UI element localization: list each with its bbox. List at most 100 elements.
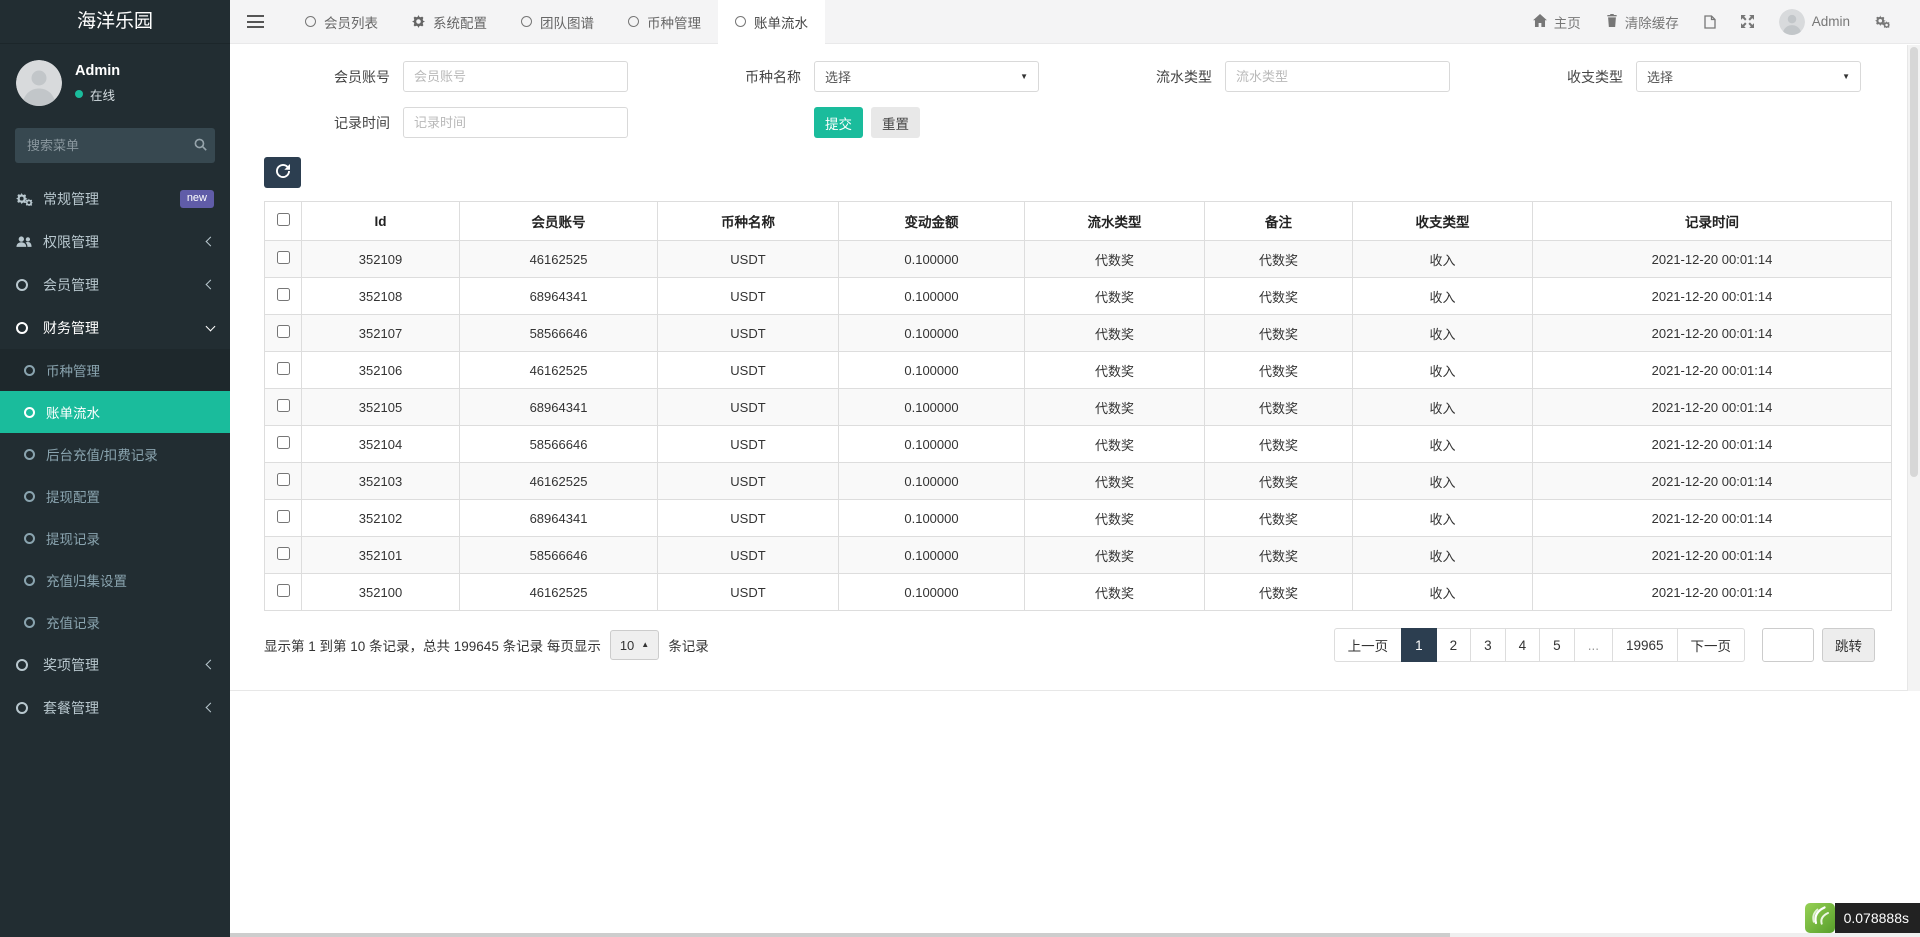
sidebar-subitem[interactable]: 币种管理 [0, 349, 230, 391]
sidebar-subitem[interactable]: 提现记录 [0, 517, 230, 559]
circle-icon [24, 365, 35, 376]
cogs-icon [16, 192, 43, 206]
tab-会员列表[interactable]: 会员列表 [288, 0, 395, 44]
sidebar-item[interactable]: 权限管理 [0, 220, 230, 263]
table-cell: 2021-12-20 00:01:14 [1533, 315, 1892, 352]
page-number-button[interactable]: ... [1574, 628, 1613, 662]
row-select-cell [265, 574, 302, 611]
table-cell: 代数奖 [1205, 574, 1353, 611]
user-status: 在线 [75, 85, 120, 104]
thinkphp-logo-icon[interactable] [1805, 903, 1835, 933]
tab-账单流水[interactable]: 账单流水 [718, 0, 825, 44]
row-checkbox[interactable] [277, 288, 290, 301]
table-cell: 0.100000 [839, 278, 1025, 315]
select-all-checkbox[interactable] [277, 213, 290, 226]
page-number-button[interactable]: 3 [1470, 628, 1506, 662]
settings-cogs-icon[interactable] [1875, 15, 1890, 28]
next-page-button[interactable]: 下一页 [1677, 628, 1746, 662]
page-jump-input[interactable] [1762, 628, 1814, 662]
vertical-scrollbar-thumb[interactable] [1910, 47, 1918, 477]
sidebar-item[interactable]: 会员管理 [0, 263, 230, 306]
menu-search-input[interactable] [15, 128, 215, 163]
row-checkbox[interactable] [277, 584, 290, 597]
horizontal-scrollbar-thumb[interactable] [230, 933, 1450, 937]
fullscreen-icon[interactable] [1741, 15, 1754, 28]
sidebar-item[interactable]: 财务管理 [0, 306, 230, 349]
clear-cache-link[interactable]: 清除缓存 [1606, 12, 1679, 32]
row-checkbox[interactable] [277, 510, 290, 523]
sidebar-subitem[interactable]: 提现配置 [0, 475, 230, 517]
page-jump-button[interactable]: 跳转 [1822, 628, 1875, 662]
row-checkbox[interactable] [277, 547, 290, 560]
tab-label: 系统配置 [433, 12, 487, 32]
tab-label: 币种管理 [647, 12, 701, 32]
submit-button[interactable]: 提交 [814, 107, 863, 138]
row-select-cell [265, 537, 302, 574]
sidebar-subitem[interactable]: 充值记录 [0, 601, 230, 643]
table-cell: USDT [658, 352, 839, 389]
page-number-button[interactable]: 19965 [1612, 628, 1678, 662]
row-checkbox[interactable] [277, 251, 290, 264]
reset-button[interactable]: 重置 [871, 107, 920, 138]
table-cell: 代数奖 [1025, 500, 1205, 537]
row-checkbox[interactable] [277, 362, 290, 375]
table-row: 35210646162525USDT0.100000代数奖代数奖收入2021-1… [265, 352, 1892, 389]
hamburger-icon[interactable] [230, 0, 280, 44]
sidebar-search [15, 128, 215, 163]
vertical-scrollbar[interactable] [1907, 45, 1920, 691]
sidebar-subitem[interactable]: 充值归集设置 [0, 559, 230, 601]
topbar-user[interactable]: Admin [1779, 9, 1850, 35]
pagination-bar: 显示第 1 到第 10 条记录，总共 199645 条记录 每页显示 10 ▲ … [264, 628, 1875, 662]
page-number-button[interactable]: 4 [1505, 628, 1541, 662]
page-number-button[interactable]: 2 [1436, 628, 1472, 662]
sidebar-item[interactable]: 常规管理new [0, 177, 230, 220]
tab-系统配置[interactable]: 系统配置 [395, 0, 504, 44]
page-number-button[interactable]: 5 [1539, 628, 1575, 662]
row-checkbox[interactable] [277, 473, 290, 486]
refresh-button[interactable] [264, 157, 301, 188]
column-header: 记录时间 [1533, 202, 1892, 241]
table-cell: 352109 [302, 241, 460, 278]
circle-icon [16, 659, 43, 671]
avatar [16, 60, 62, 106]
sidebar-item[interactable]: 奖项管理 [0, 643, 230, 686]
tab-团队图谱[interactable]: 团队图谱 [504, 0, 611, 44]
row-select-cell [265, 426, 302, 463]
table-cell: 0.100000 [839, 574, 1025, 611]
horizontal-scrollbar[interactable] [230, 933, 1920, 937]
caret-down-icon: ▼ [1020, 73, 1028, 81]
table-cell: 代数奖 [1205, 278, 1353, 315]
prev-page-button[interactable]: 上一页 [1334, 628, 1403, 662]
table-row: 35210946162525USDT0.100000代数奖代数奖收入2021-1… [265, 241, 1892, 278]
tab-币种管理[interactable]: 币种管理 [611, 0, 718, 44]
table-cell: 0.100000 [839, 315, 1025, 352]
sidebar-subitem-label: 提现配置 [46, 486, 100, 506]
page-number-button[interactable]: 1 [1401, 628, 1437, 662]
refresh-tab-icon[interactable] [1704, 15, 1716, 29]
home-link[interactable]: 主页 [1533, 12, 1581, 32]
record-time-input[interactable] [403, 107, 628, 138]
sidebar-item[interactable]: 套餐管理 [0, 686, 230, 729]
member-account-input[interactable] [403, 61, 628, 92]
column-header: 币种名称 [658, 202, 839, 241]
circle-icon [628, 16, 639, 27]
direction-select[interactable]: 选择 ▼ [1636, 61, 1861, 92]
currency-select[interactable]: 选择 ▼ [814, 61, 1039, 92]
person-icon [16, 60, 62, 106]
page-size-dropdown[interactable]: 10 ▲ [610, 630, 659, 660]
row-checkbox[interactable] [277, 399, 290, 412]
tab-label: 团队图谱 [540, 12, 594, 32]
sidebar-subitem-label: 提现记录 [46, 528, 100, 548]
chevron-left-icon [206, 280, 216, 290]
row-checkbox[interactable] [277, 325, 290, 338]
row-checkbox[interactable] [277, 436, 290, 449]
table-cell: 2021-12-20 00:01:14 [1533, 574, 1892, 611]
flow-type-input[interactable] [1225, 61, 1450, 92]
records-table: Id会员账号币种名称变动金额流水类型备注收支类型记录时间 35210946162… [264, 201, 1892, 611]
sidebar-subitem[interactable]: 后台充值/扣费记录 [0, 433, 230, 475]
topbar-avatar [1779, 9, 1805, 35]
table-cell: USDT [658, 241, 839, 278]
table-cell: 352105 [302, 389, 460, 426]
sidebar-subitem[interactable]: 账单流水 [0, 391, 230, 433]
search-icon[interactable] [194, 138, 207, 154]
